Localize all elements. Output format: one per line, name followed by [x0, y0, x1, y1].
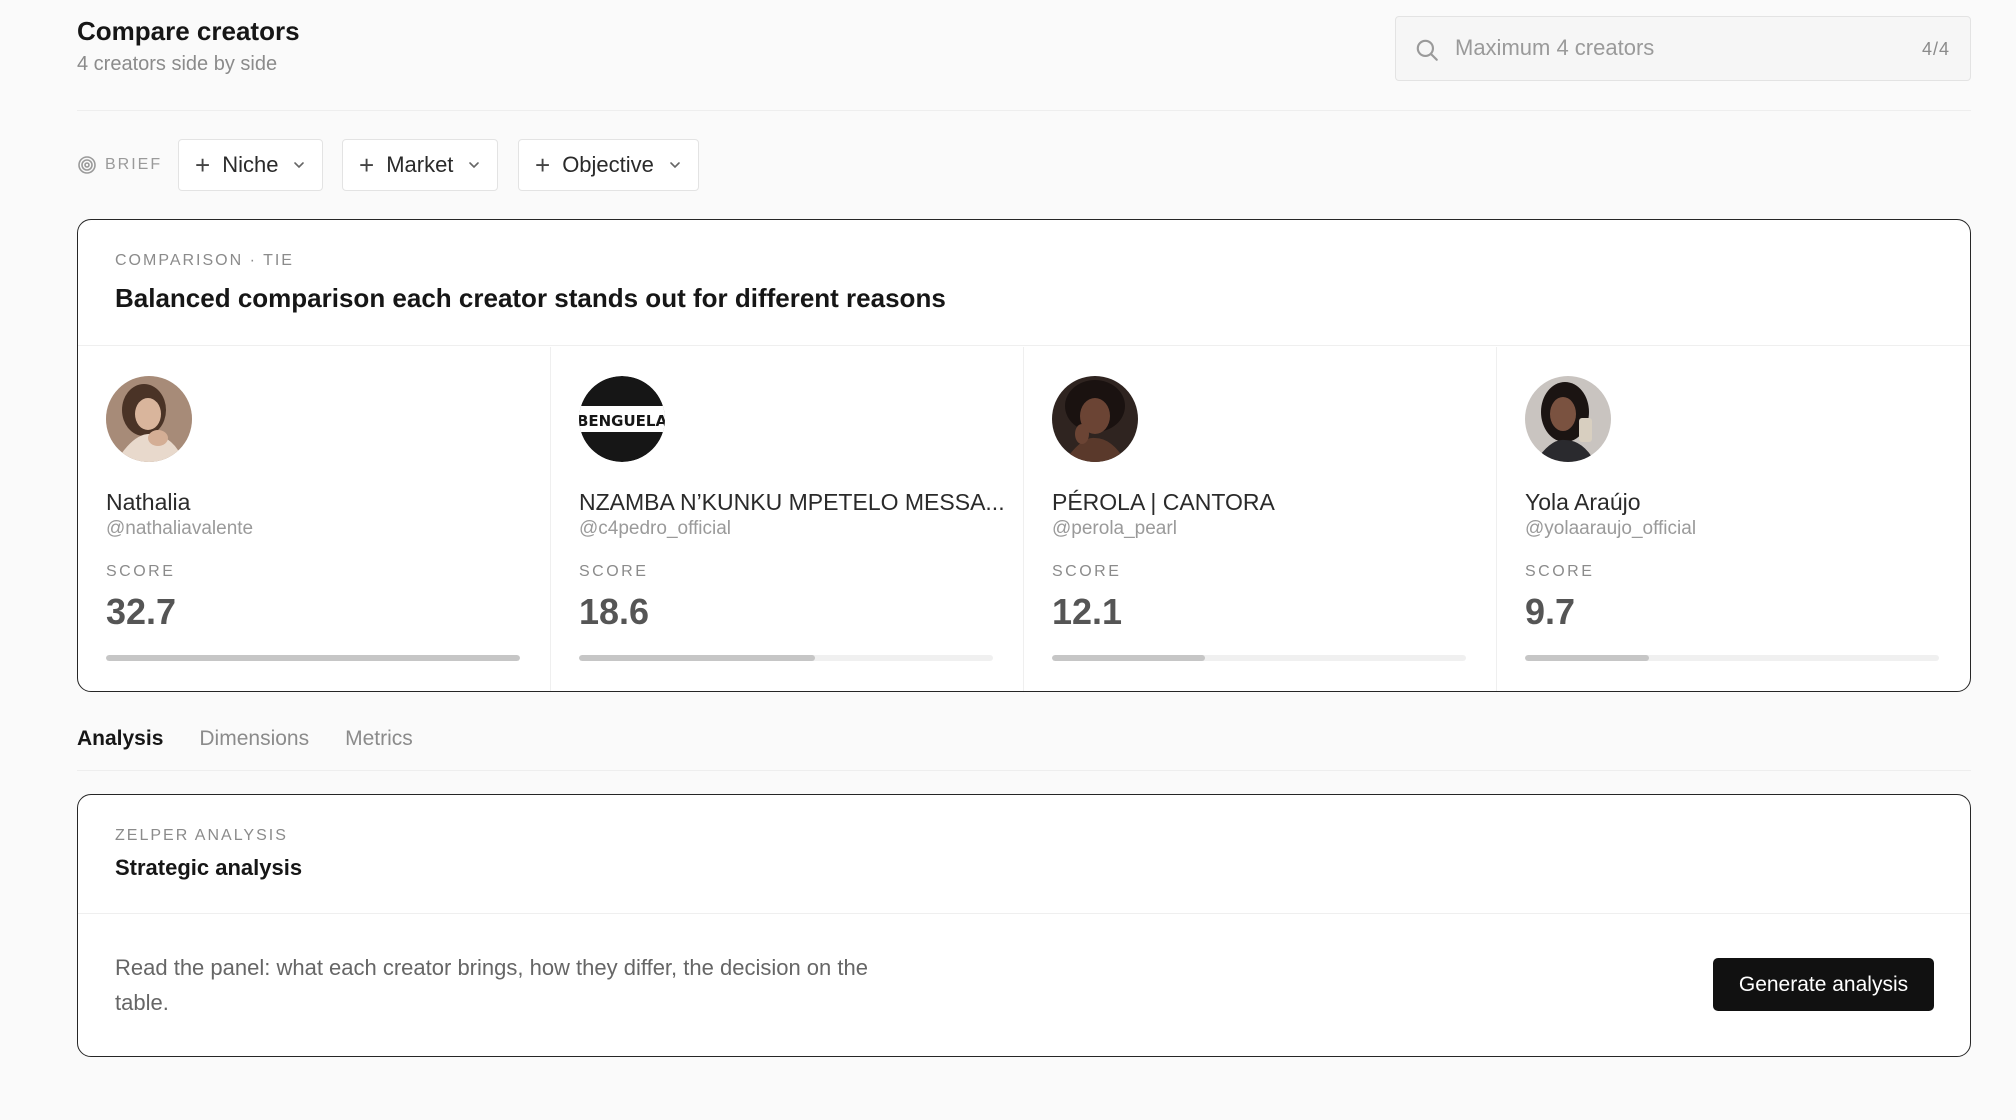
objective-filter-label: Objective: [562, 152, 654, 177]
score-label: SCORE: [1525, 563, 1595, 580]
tab-metrics[interactable]: Metrics: [345, 727, 413, 770]
creator-count: 4/4: [1921, 39, 1950, 59]
market-filter-button[interactable]: + Market: [342, 139, 499, 191]
page-subtitle: 4 creators side by side: [77, 53, 278, 75]
creator-handle: @yolaaraujo_official: [1525, 518, 1697, 539]
chevron-down-icon: [670, 162, 680, 169]
comparison-kicker: COMPARISON · TIE: [115, 252, 294, 269]
score-bar-fill: [579, 655, 815, 661]
plus-icon: +: [195, 149, 211, 180]
analysis-title: Strategic analysis: [115, 855, 303, 880]
search-icon: [1416, 39, 1438, 61]
creator-name: NZAMBA N’KUNKU MPETELO MESSA...: [579, 489, 1005, 515]
creator-card[interactable]: Nathalia @nathaliavalente SCORE 32.7: [78, 347, 551, 691]
avatar: [106, 376, 192, 462]
target-icon: [78, 156, 96, 174]
brief-label-text: BRIEF: [105, 156, 163, 173]
creator-name: Yola Araújo: [1525, 489, 1641, 515]
creator-card[interactable]: BENGUELA NZAMBA N’KUNKU MPETELO MESSA...…: [551, 347, 1024, 691]
creator-name: PÉROLA | CANTORA: [1052, 489, 1275, 515]
creator-score: 12.1: [1052, 591, 1123, 632]
creator-handle: @nathaliavalente: [106, 518, 254, 539]
niche-filter-label: Niche: [222, 152, 279, 177]
creator-search-input[interactable]: Maximum 4 creators 4/4: [1395, 16, 1971, 81]
creator-card[interactable]: Yola Araújo @yolaaraujo_official SCORE 9…: [1497, 347, 1970, 691]
score-label: SCORE: [1052, 563, 1122, 580]
score-bar-fill: [1525, 655, 1650, 661]
avatar: BENGUELA: [579, 376, 665, 462]
tab-analysis[interactable]: Analysis: [77, 727, 163, 770]
score-bar: [579, 655, 993, 661]
avatar: [1052, 376, 1138, 462]
analysis-card: ZELPER ANALYSIS Strategic analysis Read …: [77, 794, 1971, 1057]
brief-label: BRIEF: [77, 155, 162, 175]
score-bar-fill: [1052, 655, 1206, 661]
objective-filter-button[interactable]: + Objective: [518, 139, 699, 191]
benguela-logo-icon: BENGUELA: [579, 376, 665, 462]
score-label: SCORE: [106, 563, 176, 580]
tab-dimensions[interactable]: Dimensions: [199, 727, 309, 770]
comparison-title: Balanced comparison each creator stands …: [115, 283, 946, 313]
comparison-header: COMPARISON · TIE Balanced comparison eac…: [78, 220, 1970, 346]
chevron-down-icon: [294, 162, 305, 169]
creator-handle: @c4pedro_official: [579, 518, 732, 539]
compare-creators-page: Compare creators 4 creators side by side…: [0, 0, 2016, 1120]
page-header: Compare creators 4 creators side by side…: [77, 16, 1971, 111]
score-bar-fill: [106, 655, 520, 661]
chevron-down-icon: [469, 162, 480, 169]
score-bar: [106, 655, 520, 661]
creator-score: 9.7: [1525, 591, 1576, 632]
niche-filter-button[interactable]: + Niche: [178, 139, 324, 191]
page-title: Compare creators: [77, 16, 300, 46]
plus-icon: +: [359, 149, 375, 180]
creator-handle: @perola_pearl: [1052, 518, 1177, 539]
comparison-card: COMPARISON · TIE Balanced comparison eac…: [77, 219, 1971, 692]
portrait-photo-icon: [1525, 376, 1611, 462]
analysis-header: ZELPER ANALYSIS Strategic analysis: [78, 795, 1970, 914]
portrait-photo-icon: [106, 376, 192, 462]
analysis-kicker: ZELPER ANALYSIS: [115, 827, 288, 844]
tab-bar: Analysis Dimensions Metrics: [77, 727, 1971, 771]
creator-score: 32.7: [106, 591, 177, 632]
avatar: [1525, 376, 1611, 462]
score-bar: [1525, 655, 1939, 661]
analysis-description: Read the panel: what each creator brings…: [115, 955, 868, 1015]
creator-score: 18.6: [579, 591, 650, 632]
score-label: SCORE: [579, 563, 649, 580]
market-filter-label: Market: [386, 152, 454, 177]
creator-columns: Nathalia @nathaliavalente SCORE 32.7 BEN…: [78, 347, 1970, 691]
portrait-photo-icon: [1052, 376, 1138, 462]
generate-analysis-button[interactable]: Generate analysis: [1713, 958, 1934, 1011]
search-placeholder: Maximum 4 creators: [1455, 35, 1655, 60]
score-bar: [1052, 655, 1466, 661]
creator-name: Nathalia: [106, 489, 191, 515]
benguela-logo-text: BENGUELA: [579, 412, 665, 430]
plus-icon: +: [535, 149, 551, 180]
creator-card[interactable]: PÉROLA | CANTORA @perola_pearl SCORE 12.…: [1024, 347, 1497, 691]
